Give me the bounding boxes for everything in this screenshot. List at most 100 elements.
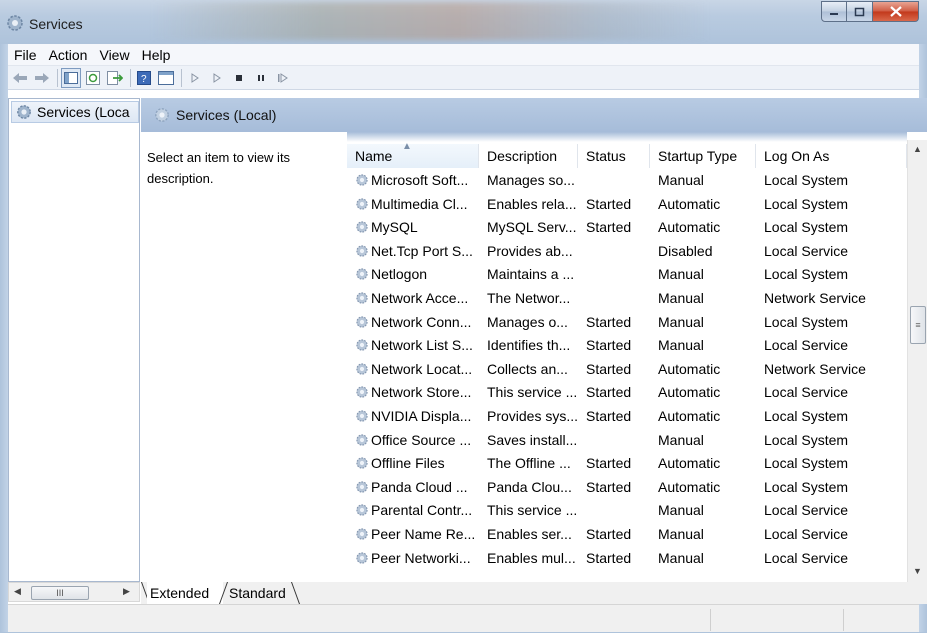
table-row[interactable]: Netlogon Maintains a ... Manual Local Syste… — [347, 263, 907, 287]
tab-extended[interactable]: Extended — [147, 582, 223, 604]
minimize-button[interactable] — [821, 1, 847, 22]
cell-startup: Manual — [658, 431, 704, 448]
description-panel: Select an item to view its description. — [141, 132, 347, 584]
table-row[interactable]: Microsoft Soft... Manages so... Manual Loca… — [347, 169, 907, 193]
column-header-description[interactable]: Description — [479, 144, 578, 168]
refresh-button[interactable] — [83, 68, 103, 88]
scrollbar-thumb[interactable]: III — [31, 586, 89, 600]
service-name: Network Locat... — [371, 360, 473, 377]
window-controls — [821, 1, 919, 22]
cell-name: Network Store... — [355, 381, 479, 405]
table-row[interactable]: Office Source ... Saves install... Manual L… — [347, 429, 907, 453]
cell-startup: Manual — [658, 502, 704, 519]
tree-horizontal-scrollbar[interactable]: ◀ III ▶ — [8, 582, 140, 602]
scroll-right-arrow-icon[interactable]: ▶ — [123, 586, 130, 597]
stop-service-button[interactable] — [229, 68, 249, 88]
back-arrow-icon — [13, 72, 27, 83]
cell-desc: This service ... — [487, 502, 577, 519]
pause-service-button[interactable] — [251, 68, 271, 88]
console-tree-icon — [64, 71, 78, 84]
help-button[interactable]: ? — [134, 68, 154, 88]
cell-desc: The Networ... — [487, 290, 571, 306]
cell-logon: Local System — [764, 431, 849, 448]
scrollbar-thumb[interactable]: ≡ — [910, 306, 926, 344]
menu-view[interactable]: View — [93, 47, 135, 63]
forward-button[interactable] — [32, 68, 52, 88]
table-row[interactable]: Panda Cloud ... Panda Clou... Started Autom… — [347, 476, 907, 500]
cell-startup: Manual — [658, 337, 704, 354]
column-header-status[interactable]: Status — [578, 144, 650, 168]
table-row[interactable]: Parental Contr... This service ... Manual L… — [347, 499, 907, 523]
scroll-up-arrow-icon[interactable]: ▲ — [913, 144, 922, 154]
table-row[interactable]: MySQL MySQL Serv... Started Automatic Local … — [347, 216, 907, 240]
maximize-button[interactable] — [847, 1, 873, 22]
scroll-down-arrow-icon[interactable]: ▼ — [913, 566, 922, 576]
restart-service-button[interactable] — [273, 68, 293, 88]
list-vertical-scrollbar[interactable]: ▲ ≡ ▼ — [907, 140, 927, 582]
view-tabs: Extended Standard — [140, 582, 927, 604]
cell-logon: Local Service — [764, 526, 849, 542]
play-icon — [213, 72, 221, 83]
properties-icon — [158, 70, 174, 85]
cell-name: Office Source ... — [355, 429, 479, 453]
column-header-name[interactable]: ▲ Name — [347, 141, 479, 168]
cell-status: Started — [586, 478, 632, 495]
column-header-label: Status — [586, 148, 626, 164]
cell-logon: Local Service — [764, 242, 849, 259]
tab-standard[interactable]: Standard — [227, 582, 297, 604]
table-row[interactable]: Peer Networki... Enables mul... Started Man… — [347, 547, 907, 571]
tree-item-services-local[interactable]: Services (Loca — [11, 101, 139, 123]
back-button[interactable] — [10, 68, 30, 88]
table-row[interactable]: Network Store... This service ... Started A… — [347, 381, 907, 405]
export-list-button[interactable] — [105, 68, 125, 88]
service-name: Peer Name Re... — [371, 526, 476, 542]
menu-help[interactable]: Help — [136, 47, 177, 63]
close-button[interactable] — [873, 1, 919, 22]
menu-file[interactable]: File — [8, 47, 43, 63]
cell-desc: Enables rela... — [487, 195, 577, 212]
start-service-button[interactable] — [185, 68, 205, 88]
table-row[interactable]: Multimedia Cl... Enables rela... Started Au… — [347, 193, 907, 217]
cell-startup: Automatic — [658, 478, 721, 495]
cell-desc: Provides ab... — [487, 242, 573, 259]
menu-action[interactable]: Action — [43, 47, 94, 63]
table-row[interactable]: Network Locat... Collects an... Started Aut… — [347, 358, 907, 382]
cell-startup: Manual — [658, 172, 704, 188]
table-row[interactable]: NVIDIA Displa... Provides sys... Started Au… — [347, 405, 907, 429]
cell-logon: Local System — [764, 408, 849, 424]
cell-startup: Manual — [658, 290, 704, 306]
cell-status: Started — [586, 526, 632, 542]
cell-startup: Manual — [658, 549, 704, 566]
cell-desc: Enables ser... — [487, 526, 572, 542]
service-name: MySQL — [371, 219, 418, 236]
window-frame-left — [0, 44, 8, 633]
cell-logon: Network Service — [764, 290, 866, 306]
cell-name: Microsoft Soft... — [355, 169, 479, 193]
services-list: ▲ Name Description Status Startup Type L… — [347, 132, 927, 580]
column-header-startup-type[interactable]: Startup Type — [650, 144, 756, 168]
menu-bar: File Action View Help — [8, 44, 919, 66]
table-row[interactable]: Offline Files The Offline ... Started Autom… — [347, 452, 907, 476]
column-header-log-on-as[interactable]: Log On As — [756, 144, 907, 168]
gear-icon — [356, 197, 368, 210]
cell-logon: Local System — [764, 172, 849, 188]
table-row[interactable]: Net.Tcp Port S... Provides ab... Disabled L… — [347, 240, 907, 264]
table-row[interactable]: Network Acce... The Networ... Manual Networ… — [347, 287, 907, 311]
gear-icon — [356, 410, 368, 422]
cell-startup: Automatic — [658, 360, 721, 377]
help-icon: ? — [137, 70, 151, 85]
pause-icon — [258, 74, 264, 81]
cell-name: Peer Name Re... — [355, 523, 479, 547]
show-hide-console-tree-button[interactable] — [61, 67, 81, 88]
properties-button[interactable] — [156, 68, 176, 88]
cell-status: Started — [586, 337, 632, 354]
cell-startup: Automatic — [658, 384, 721, 401]
status-separator — [843, 609, 844, 631]
service-name: Network List S... — [371, 337, 473, 354]
scroll-left-arrow-icon[interactable]: ◀ — [14, 586, 21, 597]
table-row[interactable]: Network List S... Identifies th... Started… — [347, 334, 907, 358]
start-service-alt-button[interactable] — [207, 68, 227, 88]
cell-desc: This service ... — [487, 384, 577, 401]
table-row[interactable]: Peer Name Re... Enables ser... Started Manu… — [347, 523, 907, 547]
table-row[interactable]: Network Conn... Manages o... Started Manual… — [347, 311, 907, 335]
